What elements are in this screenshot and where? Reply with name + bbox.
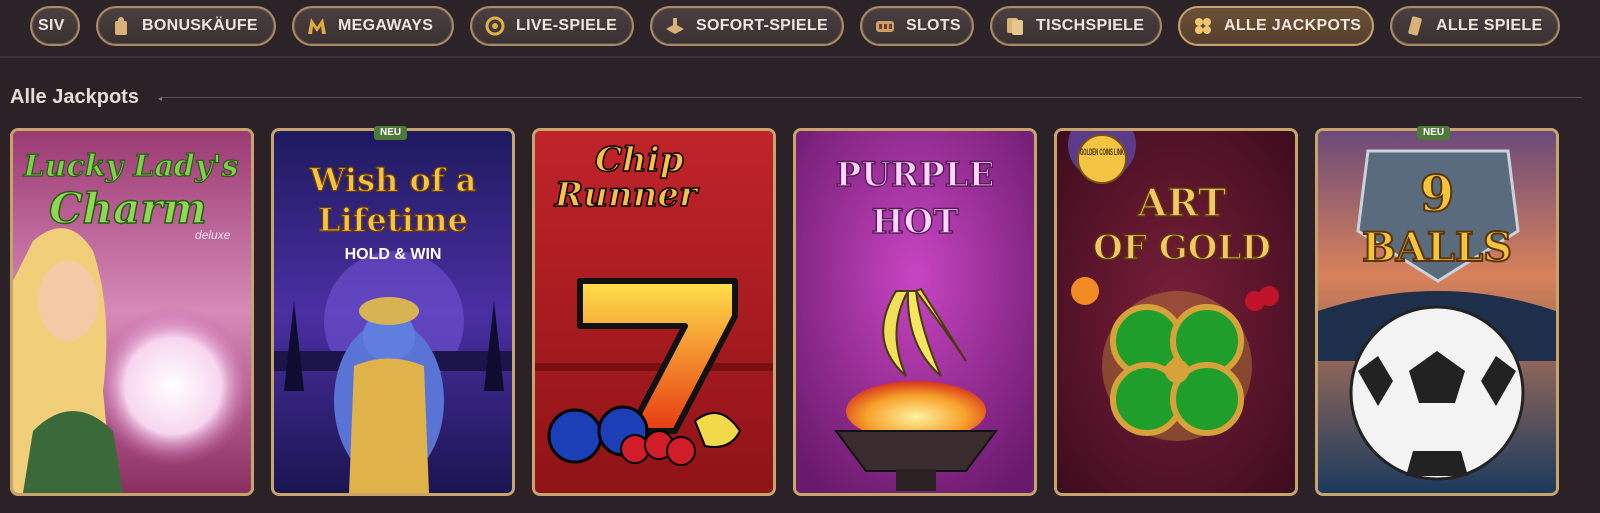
game-title-line2: Charm bbox=[49, 184, 207, 233]
nav-item-label: TISCHSPIELE bbox=[1036, 17, 1145, 34]
game-title-line2: Runner bbox=[554, 175, 699, 215]
nav-item-bonuskaufe[interactable]: BONUSKÄUFE bbox=[96, 6, 276, 46]
game-title-line1: 9 bbox=[1420, 164, 1455, 223]
game-title-line1: Wish of a bbox=[309, 161, 477, 199]
game-art: Wish of a Lifetime HOLD & WIN bbox=[274, 131, 512, 493]
new-badge: NEU bbox=[1417, 126, 1451, 140]
all-games-icon bbox=[1408, 16, 1422, 36]
nav-item-label: BONUSKÄUFE bbox=[142, 17, 258, 34]
game-art: Chip Runner bbox=[535, 131, 773, 493]
bonus-buy-icon bbox=[115, 17, 127, 35]
nav-item-tischspiele[interactable]: TISCHSPIELE bbox=[990, 6, 1162, 46]
game-tile-9-balls[interactable]: 9 BALLS bbox=[1315, 128, 1559, 496]
game-tile-wish-of-a-lifetime[interactable]: Wish of a Lifetime HOLD & WIN bbox=[271, 128, 515, 496]
game-tile-art-of-gold[interactable]: GOLDEN COINS LINK ART OF GOLD bbox=[1054, 128, 1298, 496]
game-title-line2: Lifetime bbox=[318, 201, 468, 239]
game-tile-lucky-ladys-charm[interactable]: Lucky Lady's Charm deluxe bbox=[10, 128, 254, 496]
game-tile-chip-runner[interactable]: Chip Runner bbox=[532, 128, 776, 496]
nav-item-label: SLOTS bbox=[906, 17, 961, 34]
nav-item-slots[interactable]: SLOTS bbox=[860, 6, 974, 46]
game-subtitle: deluxe bbox=[195, 228, 231, 242]
nav-item-label: LIVE-SPIELE bbox=[516, 17, 618, 34]
nav-item-live-spiele[interactable]: LIVE-SPIELE bbox=[470, 6, 634, 46]
nav-item-label: SOFORT-SPIELE bbox=[696, 17, 828, 34]
nav-item-label: SIV bbox=[38, 17, 65, 34]
instant-icon bbox=[666, 18, 684, 34]
nav-item-alle-jackpots[interactable]: ALLE JACKPOTS bbox=[1178, 6, 1374, 46]
game-title-line1: ART bbox=[1137, 180, 1227, 225]
jackpot-icon bbox=[1195, 18, 1211, 34]
game-tile-purple-hot[interactable]: PURPLE HOT bbox=[793, 128, 1037, 496]
nav-item-alle-spiele[interactable]: ALLE SPIELE bbox=[1390, 6, 1560, 46]
game-art: PURPLE HOT bbox=[796, 131, 1034, 493]
game-art: 9 BALLS bbox=[1318, 131, 1556, 493]
nav-item-label: ALLE SPIELE bbox=[1436, 17, 1543, 34]
section-title: Alle Jackpots bbox=[10, 86, 139, 108]
live-icon bbox=[485, 16, 505, 36]
nav-item-label: MEGAWAYS bbox=[338, 17, 434, 34]
game-title-line2: HOT bbox=[871, 202, 958, 242]
new-badge: NEU bbox=[374, 126, 408, 140]
nav-divider bbox=[0, 56, 1600, 58]
nav-item-sofort-spiele[interactable]: SOFORT-SPIELE bbox=[650, 6, 844, 46]
megaways-icon bbox=[308, 18, 326, 34]
game-title-line1: Chip bbox=[595, 140, 684, 180]
nav-item-label: ALLE JACKPOTS bbox=[1224, 17, 1362, 34]
game-subtitle: GOLDEN COINS LINK bbox=[1080, 147, 1124, 157]
game-subtitle: HOLD & WIN bbox=[345, 246, 442, 263]
section-divider bbox=[162, 97, 1582, 98]
nav-item-exklusiv[interactable]: SIV bbox=[30, 6, 80, 46]
game-art: GOLDEN COINS LINK ART OF GOLD bbox=[1057, 131, 1295, 493]
category-nav: SIV BONUSKÄUFE MEGAWAYS LIVE-SPIELE SOFO… bbox=[0, 0, 1600, 56]
game-title-line1: PURPLE bbox=[836, 155, 995, 195]
game-title-line2: BALLS bbox=[1362, 224, 1512, 271]
table-games-icon bbox=[1007, 18, 1023, 35]
nav-item-megaways[interactable]: MEGAWAYS bbox=[292, 6, 454, 46]
game-title-line2: OF GOLD bbox=[1093, 228, 1271, 268]
slots-icon bbox=[876, 21, 894, 32]
game-title-line1: Lucky Lady's bbox=[23, 149, 239, 184]
game-art: Lucky Lady's Charm deluxe bbox=[13, 131, 251, 493]
